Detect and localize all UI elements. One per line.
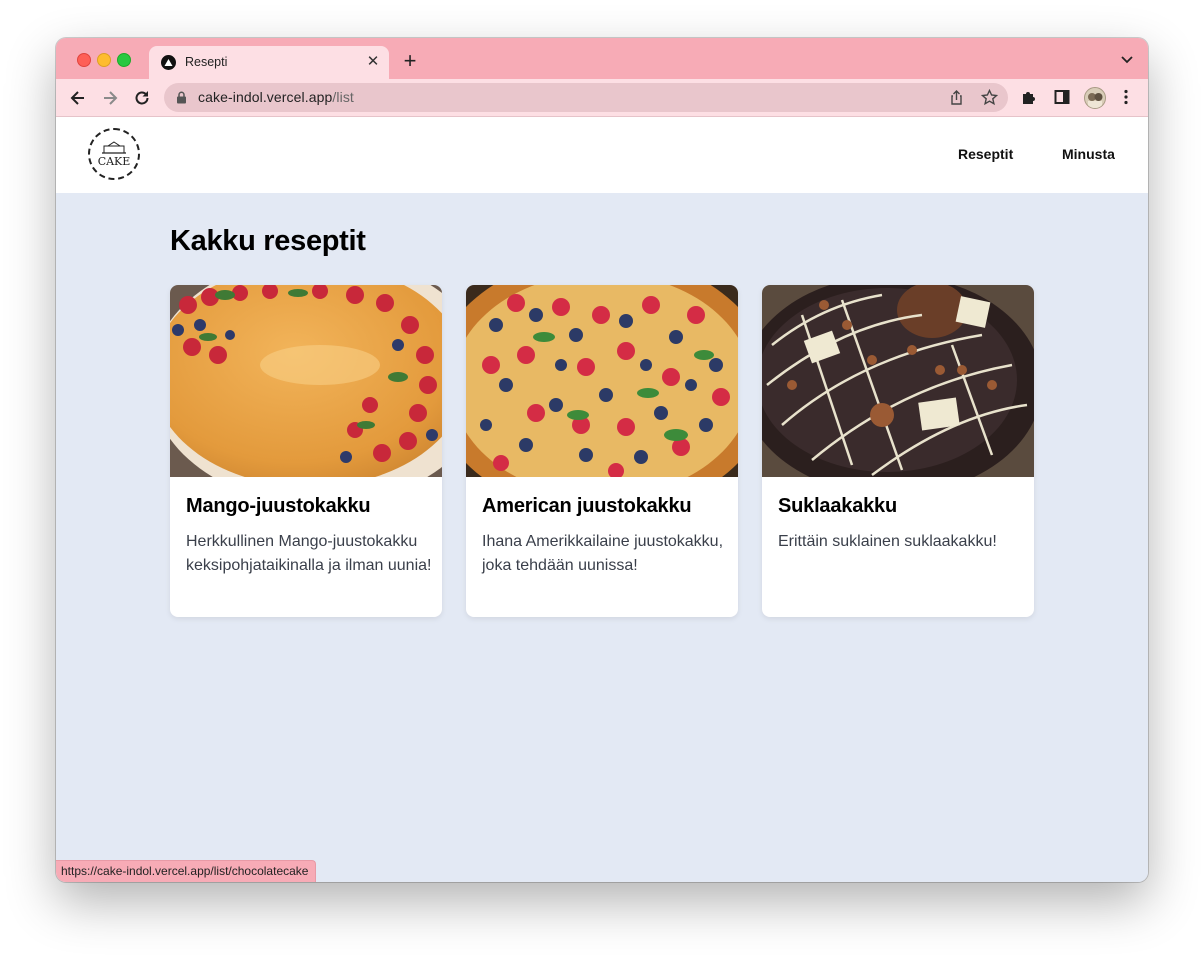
- cake-logo[interactable]: CAKE: [88, 128, 140, 180]
- side-panel-icon[interactable]: [1053, 88, 1071, 106]
- close-window-button[interactable]: [77, 53, 91, 67]
- vercel-favicon-icon: [161, 55, 176, 70]
- browser-window: Resepti ✕ + cake-indol.vercel.app/list C…: [56, 38, 1148, 882]
- forward-arrow-icon[interactable]: [100, 88, 120, 108]
- logo-text: CAKE: [97, 155, 131, 168]
- tab-search-chevron-icon[interactable]: [1120, 54, 1134, 66]
- recipe-description: Erittäin suklainen suklaakakku!: [778, 533, 997, 550]
- new-tab-icon[interactable]: +: [400, 50, 420, 72]
- recipe-description: Ihana Amerikkailaine juustokakku, joka t…: [482, 533, 724, 574]
- browser-tab[interactable]: Resepti ✕: [149, 46, 389, 79]
- recipe-card-chocolate-cake[interactable]: Suklaakakku Erittäin suklainen suklaakak…: [762, 285, 1034, 617]
- cake-logo-icon: [102, 141, 126, 154]
- lock-icon[interactable]: [176, 91, 187, 104]
- recipe-description: Herkkullinen Mango-juustokakku keksipohj…: [186, 533, 432, 574]
- recipe-card-american-cheesecake[interactable]: American juustokakku Ihana Amerikkailain…: [466, 285, 738, 617]
- profile-avatar[interactable]: [1084, 87, 1106, 109]
- share-icon[interactable]: [948, 89, 965, 106]
- site-header: CAKE Reseptit Minusta: [56, 117, 1148, 193]
- maximize-window-button[interactable]: [117, 53, 131, 67]
- nav-link-recipes[interactable]: Reseptit: [958, 146, 1013, 162]
- reload-icon[interactable]: [132, 88, 152, 108]
- nav-link-about[interactable]: Minusta: [1062, 146, 1115, 162]
- tab-title: Resepti: [185, 55, 228, 69]
- address-bar[interactable]: cake-indol.vercel.app/list: [164, 83, 1008, 112]
- chocolate-cake-image: [762, 285, 1034, 477]
- recipe-title: American juustokakku: [482, 495, 692, 517]
- browser-toolbar: cake-indol.vercel.app/list: [56, 79, 1148, 117]
- back-arrow-icon[interactable]: [68, 88, 88, 108]
- bookmark-star-icon[interactable]: [981, 89, 998, 106]
- recipe-card-mango-cheesecake[interactable]: Mango-juustokakku Herkkullinen Mango-juu…: [170, 285, 442, 617]
- minimize-window-button[interactable]: [97, 53, 111, 67]
- page-content: CAKE Reseptit Minusta Kakku reseptit Man…: [56, 117, 1148, 882]
- extensions-puzzle-icon[interactable]: [1020, 88, 1038, 106]
- american-cheesecake-image: [466, 285, 738, 477]
- more-menu-icon[interactable]: [1117, 88, 1135, 106]
- url-text: cake-indol.vercel.app/list: [198, 89, 354, 105]
- link-status-bar: https://cake-indol.vercel.app/list/choco…: [56, 860, 317, 882]
- recipe-title: Mango-juustokakku: [186, 495, 371, 517]
- tab-strip: Resepti ✕ +: [56, 38, 1148, 79]
- recipe-title: Suklaakakku: [778, 495, 897, 517]
- page-title: Kakku reseptit: [170, 225, 366, 257]
- close-tab-icon[interactable]: ✕: [365, 54, 381, 70]
- mango-cheesecake-image: [170, 285, 442, 477]
